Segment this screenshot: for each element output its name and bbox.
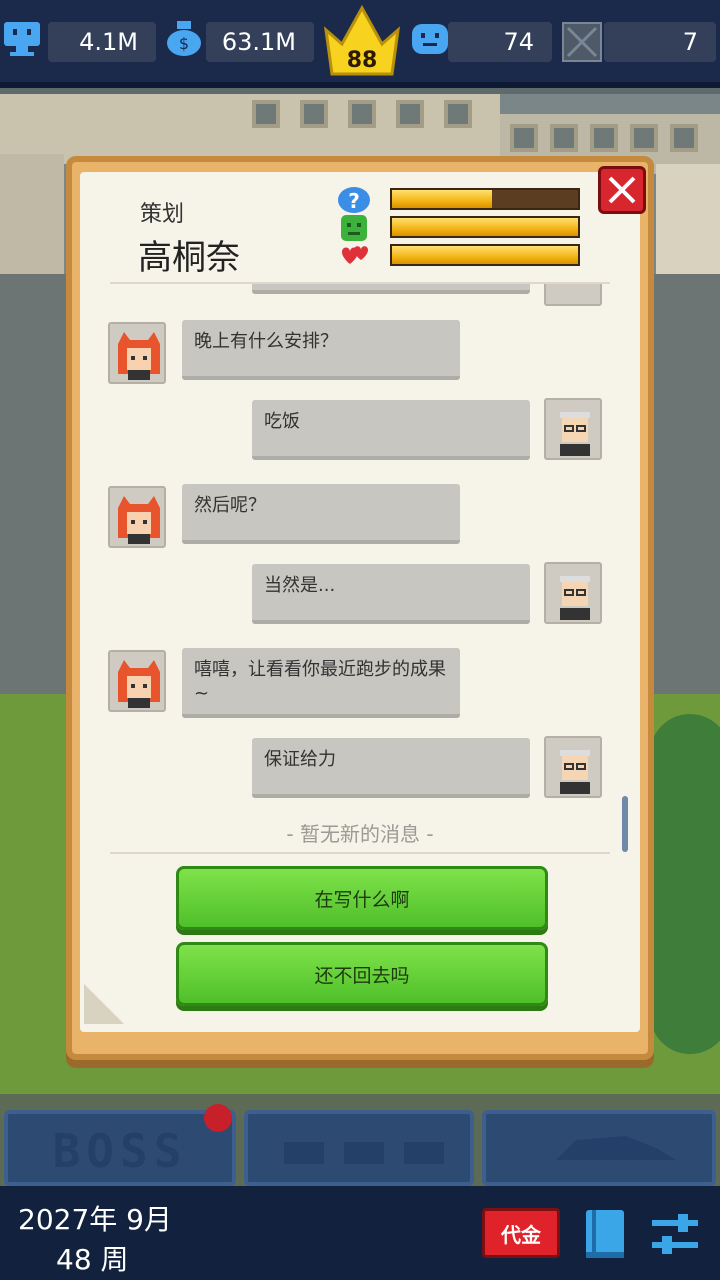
employee-computer-icon xyxy=(4,22,40,56)
boss-avatar-icon xyxy=(560,576,590,620)
money-stat: 63.1M xyxy=(206,22,314,62)
chat-message-list[interactable]: 晚上有什么安排？ 吃饭 然后呢？ 当然是... 嘻嘻，让看看你最近跑步的成果~ … xyxy=(108,284,624,850)
daijin-voucher-button[interactable]: 代金 xyxy=(482,1208,560,1258)
reply-choice-button-1[interactable]: 在写什么啊 xyxy=(176,866,548,930)
chat-bubble-me: 吃饭 xyxy=(252,400,530,460)
avatar-partial xyxy=(544,284,602,306)
avatar-boss xyxy=(544,736,602,798)
level-number: 88 xyxy=(346,48,378,73)
job-title: 策划 xyxy=(140,202,185,227)
shop-left xyxy=(0,154,64,274)
chat-bubble-me: 保证给力 xyxy=(252,738,530,798)
chat-bubble-her: 嘻嘻，让看看你最近跑步的成果~ xyxy=(182,648,460,718)
boss-avatar-icon xyxy=(560,750,590,794)
chat-bubble-her: 然后呢？ xyxy=(182,484,460,544)
window xyxy=(252,100,280,128)
staff-group-icon xyxy=(284,1142,444,1164)
fans-stat: 74 xyxy=(448,22,552,62)
window xyxy=(670,124,698,152)
boss-tab[interactable]: BOSS xyxy=(4,1110,236,1186)
bottom-bar: 2027年 9月 48 周 代金 xyxy=(0,1186,720,1280)
paper-curl xyxy=(84,984,124,1024)
week-label: 48 周 xyxy=(56,1243,129,1276)
window xyxy=(510,124,538,152)
stat-bar-fill xyxy=(392,246,578,264)
car-tab[interactable] xyxy=(482,1110,716,1186)
girl-avatar-icon xyxy=(118,332,160,380)
person-name: 高桐奈 xyxy=(138,238,240,278)
green-face-icon xyxy=(341,215,367,241)
bottom-tabs: BOSS xyxy=(0,1090,720,1186)
stat-bar-fill xyxy=(392,190,493,208)
settings-sliders-icon[interactable] xyxy=(650,1210,700,1260)
locked-slot-icon xyxy=(562,22,602,62)
window xyxy=(444,100,472,128)
date-label: 2027年 9月 xyxy=(18,1203,172,1236)
notification-dot xyxy=(204,1104,232,1132)
avatar-boss xyxy=(544,562,602,624)
level-crown[interactable]: 88 xyxy=(322,4,402,76)
window xyxy=(630,124,658,152)
car-icon xyxy=(526,1136,676,1160)
stat-bar-mood xyxy=(390,188,580,210)
stat-bar-health xyxy=(390,216,580,238)
fan-face-icon xyxy=(412,24,448,54)
locked-stat: 7 xyxy=(604,22,716,62)
window xyxy=(590,124,618,152)
top-status-bar: 4.1M $ 63.1M 88 74 7 xyxy=(0,0,720,88)
staff-tab[interactable] xyxy=(244,1110,474,1186)
book-icon[interactable] xyxy=(582,1208,628,1262)
hearts-icon xyxy=(342,246,368,264)
question-icon: ? xyxy=(338,187,370,213)
close-button[interactable] xyxy=(598,166,646,214)
window xyxy=(396,100,424,128)
chat-bubble-her: 晚上有什么安排？ xyxy=(182,320,460,380)
chat-scrollbar[interactable] xyxy=(622,796,628,852)
close-icon xyxy=(608,176,636,204)
window xyxy=(550,124,578,152)
employees-stat: 4.1M xyxy=(48,22,156,62)
stat-bar-fill xyxy=(392,218,578,236)
building-facade xyxy=(0,94,500,164)
chat-bubble-me: 当然是... xyxy=(252,564,530,624)
reply-choice-button-2[interactable]: 还不回去吗 xyxy=(176,942,548,1006)
avatar-boss xyxy=(544,398,602,460)
money-bag-icon: $ xyxy=(167,21,201,56)
girl-avatar-icon xyxy=(118,496,160,544)
divider xyxy=(110,852,610,854)
girl-avatar-icon xyxy=(118,660,160,708)
avatar-girl xyxy=(108,322,166,384)
window xyxy=(348,100,376,128)
svg-text:?: ? xyxy=(348,189,360,213)
no-new-messages-label: - 暂无新的消息 - xyxy=(286,822,434,846)
window xyxy=(300,100,328,128)
boss-tab-label: BOSS xyxy=(52,1124,188,1178)
svg-text:$: $ xyxy=(179,34,189,53)
boss-avatar-icon xyxy=(560,412,590,456)
chat-bubble-partial xyxy=(252,284,530,294)
stat-bar-affection xyxy=(390,244,580,266)
daijin-label: 代金 xyxy=(501,1222,541,1247)
tree xyxy=(650,714,720,1054)
avatar-girl xyxy=(108,486,166,548)
avatar-girl xyxy=(108,650,166,712)
